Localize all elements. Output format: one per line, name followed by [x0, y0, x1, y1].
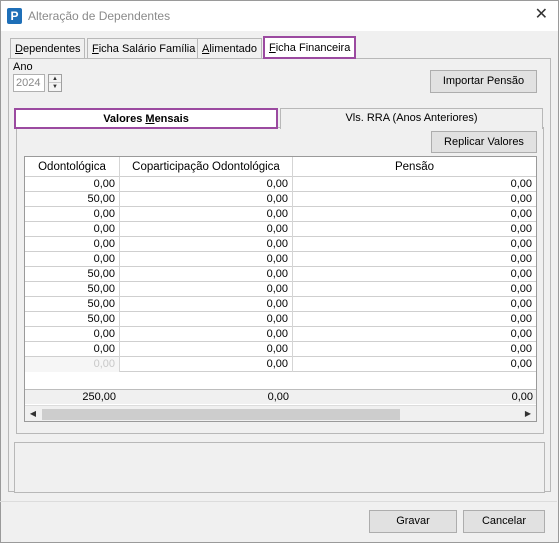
cell-pensao[interactable]: 0,00 — [293, 222, 536, 237]
column-header-coparticipacao[interactable]: Coparticipação Odontológica — [120, 157, 293, 177]
window-title: Alteração de Dependentes — [28, 9, 171, 23]
cell-pensao[interactable]: 0,00 — [293, 342, 536, 357]
table-row[interactable]: 50,00 0,00 0,00 — [25, 312, 536, 327]
cell-pensao[interactable]: 0,00 — [293, 282, 536, 297]
cell-coparticipacao[interactable]: 0,00 — [120, 297, 293, 312]
cell-coparticipacao[interactable]: 0,00 — [120, 312, 293, 327]
ano-input[interactable]: 2024 — [13, 74, 45, 92]
close-icon[interactable]: ✕ — [535, 6, 548, 24]
tab-ficha-salario-familia-mnemonic: F — [92, 43, 99, 55]
table-row[interactable]: 50,00 0,00 0,00 — [25, 282, 536, 297]
subtab-vls-rra[interactable]: Vls. RRA (Anos Anteriores) — [280, 108, 543, 129]
cell-pensao[interactable]: 0,00 — [293, 312, 536, 327]
cell-odontologica[interactable]: 0,00 — [25, 222, 120, 237]
tab-ficha-financeira-mnemonic: F — [269, 42, 276, 54]
title-bar: P Alteração de Dependentes ✕ — [1, 1, 558, 31]
table-row[interactable]: 50,00 0,00 0,00 — [25, 267, 536, 282]
cell-coparticipacao[interactable]: 0,00 — [120, 357, 293, 372]
cell-pensao[interactable]: 0,00 — [293, 207, 536, 222]
grid-totals-row: 250,00 0,00 0,00 — [25, 389, 536, 404]
footer-divider — [0, 501, 557, 502]
tab-dependentes-mnemonic: D — [15, 43, 23, 55]
subtab-valores-mensais-label: Valores — [103, 113, 146, 125]
table-row[interactable]: 50,00 0,00 0,00 — [25, 192, 536, 207]
total-coparticipacao: 0,00 — [267, 391, 289, 403]
total-odontologica: 250,00 — [82, 391, 116, 403]
column-header-pensao[interactable]: Pensão — [293, 157, 536, 177]
cell-pensao[interactable]: 0,00 — [293, 327, 536, 342]
cell-odontologica[interactable]: 50,00 — [25, 267, 120, 282]
cell-odontologica[interactable]: 50,00 — [25, 297, 120, 312]
table-row[interactable]: 0,00 0,00 0,00 — [25, 222, 536, 237]
table-row[interactable]: 0,00 0,00 0,00 — [25, 237, 536, 252]
cell-odontologica[interactable]: 0,00 — [25, 207, 120, 222]
table-row[interactable]: 0,00 0,00 0,00 — [25, 207, 536, 222]
cell-pensao[interactable]: 0,00 — [293, 177, 536, 192]
cell-coparticipacao[interactable]: 0,00 — [120, 177, 293, 192]
cell-pensao[interactable]: 0,00 — [293, 252, 536, 267]
cell-coparticipacao[interactable]: 0,00 — [120, 267, 293, 282]
grid-header: Odontológica Coparticipação Odontológica… — [25, 157, 536, 177]
cell-pensao[interactable]: 0,00 — [293, 357, 536, 372]
info-panel — [14, 442, 545, 493]
table-row[interactable]: 50,00 0,00 0,00 — [25, 297, 536, 312]
cell-coparticipacao[interactable]: 0,00 — [120, 342, 293, 357]
cell-odontologica[interactable]: 0,00 — [25, 327, 120, 342]
table-row[interactable]: 0,00 0,00 0,00 — [25, 252, 536, 267]
cell-pensao[interactable]: 0,00 — [293, 297, 536, 312]
table-row[interactable]: 0,00 0,00 0,00 — [25, 357, 536, 372]
ano-spinner[interactable]: ▲ ▼ — [48, 74, 62, 92]
gravar-button[interactable]: Gravar — [369, 510, 457, 533]
table-row[interactable]: 0,00 0,00 0,00 — [25, 342, 536, 357]
table-row[interactable]: 0,00 0,00 0,00 — [25, 177, 536, 192]
tab-ficha-salario-familia-label: icha Salário Família — [98, 43, 196, 55]
cell-coparticipacao[interactable]: 0,00 — [120, 237, 293, 252]
cell-coparticipacao[interactable]: 0,00 — [120, 192, 293, 207]
cell-pensao[interactable]: 0,00 — [293, 267, 536, 282]
cell-pensao[interactable]: 0,00 — [293, 237, 536, 252]
table-row[interactable]: 0,00 0,00 0,00 — [25, 327, 536, 342]
cell-odontologica[interactable]: 0,00 — [25, 357, 120, 372]
spin-up-icon[interactable]: ▲ — [49, 75, 61, 83]
tab-dependentes-label: ependentes — [22, 43, 81, 55]
cell-coparticipacao[interactable]: 0,00 — [120, 282, 293, 297]
cell-coparticipacao[interactable]: 0,00 — [120, 252, 293, 267]
tab-alimentado-label: limentado — [209, 43, 258, 55]
subtab-valores-mensais-label-end: ensais — [154, 113, 189, 125]
tab-ficha-financeira-label: icha Financeira — [275, 42, 351, 54]
replicar-valores-button[interactable]: Replicar Valores — [431, 131, 537, 153]
tab-ficha-financeira[interactable]: Ficha Financeira — [263, 36, 356, 59]
scroll-left-icon[interactable]: ◀ — [25, 406, 41, 421]
scrollbar-thumb[interactable] — [42, 409, 400, 420]
cancelar-button[interactable]: Cancelar — [463, 510, 545, 533]
cell-coparticipacao[interactable]: 0,00 — [120, 222, 293, 237]
subtab-valores-mensais-mnemonic: M — [145, 113, 155, 125]
total-pensao: 0,00 — [511, 391, 533, 403]
spin-down-icon[interactable]: ▼ — [49, 83, 61, 91]
cell-odontologica[interactable]: 50,00 — [25, 282, 120, 297]
cell-coparticipacao[interactable]: 0,00 — [120, 327, 293, 342]
ano-label: Ano — [13, 61, 33, 73]
cell-odontologica[interactable]: 50,00 — [25, 192, 120, 207]
cell-odontologica[interactable]: 0,00 — [25, 342, 120, 357]
cell-pensao[interactable]: 0,00 — [293, 192, 536, 207]
subtab-valores-mensais[interactable]: Valores Mensais — [14, 108, 278, 129]
scroll-right-icon[interactable]: ▶ — [520, 406, 536, 421]
cell-odontologica[interactable]: 50,00 — [25, 312, 120, 327]
valores-grid[interactable]: Odontológica Coparticipação Odontológica… — [24, 156, 537, 422]
cell-odontologica[interactable]: 0,00 — [25, 237, 120, 252]
tab-alimentado[interactable]: Alimentado — [197, 38, 263, 58]
column-header-odontologica[interactable]: Odontológica — [25, 157, 120, 177]
importar-pensao-button[interactable]: Importar Pensão — [430, 70, 537, 93]
cell-odontologica[interactable]: 0,00 — [25, 252, 120, 267]
cell-odontologica[interactable]: 0,00 — [25, 177, 120, 192]
app-logo-icon: P — [7, 8, 22, 24]
tab-dependentes[interactable]: Dependentes — [10, 38, 86, 58]
tab-ficha-salario-familia[interactable]: Ficha Salário Família — [87, 38, 201, 58]
cell-coparticipacao[interactable]: 0,00 — [120, 207, 293, 222]
horizontal-scrollbar[interactable]: ◀ ▶ — [25, 405, 536, 421]
